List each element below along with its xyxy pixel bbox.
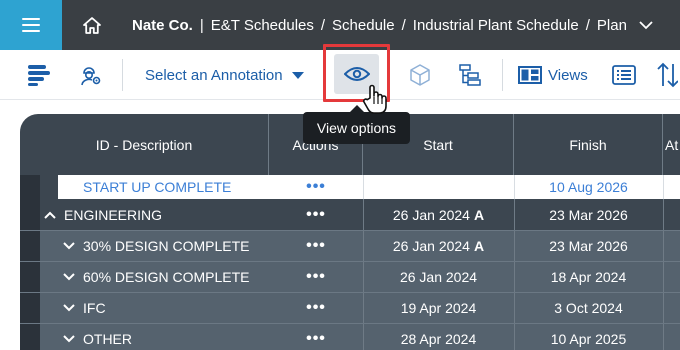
row-start: 26 Jan 2024 xyxy=(399,269,478,285)
row-actions-button[interactable]: ••• xyxy=(269,231,363,261)
row-label: IFC xyxy=(83,300,106,316)
top-bar: Nate Co. | E&T Schedules / Schedule / In… xyxy=(0,0,680,50)
column-header-id-description[interactable]: ID - Description xyxy=(20,114,269,175)
row-finish: 10 Apr 2025 xyxy=(550,331,627,347)
actual-flag: A xyxy=(473,238,485,254)
expand-icon[interactable] xyxy=(63,242,75,250)
table-row[interactable]: IFC ••• 19 Apr 2024 3 Oct 2024 xyxy=(20,292,680,323)
row-label: OTHER xyxy=(83,331,132,347)
annotation-select[interactable]: Select an Annotation xyxy=(145,50,304,100)
home-button[interactable] xyxy=(62,0,122,50)
table-row[interactable]: ENGINEERING ••• 26 Jan 2024 A 23 Mar 202… xyxy=(20,199,680,230)
chevron-down-icon[interactable] xyxy=(639,20,653,30)
table-row[interactable]: OTHER ••• 28 Apr 2024 10 Apr 2025 xyxy=(20,323,680,350)
row-label: 30% DESIGN COMPLETE xyxy=(83,238,250,254)
hamburger-icon xyxy=(22,18,40,32)
3d-view-button[interactable] xyxy=(407,50,433,100)
breadcrumb-plan[interactable]: Plan xyxy=(597,17,627,34)
schedule-grid: ID - Description Actions Start Finish At… xyxy=(20,114,680,350)
menu-button[interactable] xyxy=(0,0,62,50)
actual-flag: A xyxy=(473,206,485,223)
row-actions-button[interactable]: ••• xyxy=(269,324,363,350)
list-icon xyxy=(612,65,636,85)
row-finish: 23 Mar 2026 xyxy=(549,206,628,223)
sort-button[interactable] xyxy=(656,50,680,100)
view-options-tooltip: View options xyxy=(303,105,410,144)
views-icon xyxy=(518,66,542,84)
row-start xyxy=(363,175,514,199)
row-start: 19 Apr 2024 xyxy=(400,300,477,316)
expand-icon[interactable] xyxy=(63,335,75,343)
table-row[interactable]: 60% DESIGN COMPLETE ••• 26 Jan 2024 18 A… xyxy=(20,261,680,292)
row-finish: 18 Apr 2024 xyxy=(550,269,627,285)
gantt-bars-button[interactable] xyxy=(22,50,56,100)
row-label: START UP COMPLETE xyxy=(83,179,232,195)
row-actions-button[interactable]: ••• xyxy=(269,175,363,199)
breadcrumb: Nate Co. | E&T Schedules / Schedule / In… xyxy=(132,0,653,50)
resource-settings-button[interactable] xyxy=(76,50,106,100)
breadcrumb-et-schedules[interactable]: E&T Schedules xyxy=(211,17,314,34)
row-finish: 3 Oct 2024 xyxy=(554,300,623,316)
views-label: Views xyxy=(548,66,588,84)
table-row[interactable]: 30% DESIGN COMPLETE ••• 26 Jan 2024 A 23… xyxy=(20,230,680,261)
expand-icon[interactable] xyxy=(63,273,75,281)
sort-icon xyxy=(657,62,678,88)
column-header-at[interactable]: At xyxy=(663,114,680,175)
row-start: 26 Jan 2024 xyxy=(392,238,470,254)
row-start: 26 Jan 2024 xyxy=(392,206,470,223)
annotation-select-label: Select an Annotation xyxy=(145,66,283,84)
column-header-finish[interactable]: Finish xyxy=(514,114,663,175)
row-start: 28 Apr 2024 xyxy=(400,331,477,347)
row-actions-button[interactable]: ••• xyxy=(269,199,363,230)
row-actions-button[interactable]: ••• xyxy=(269,293,363,323)
row-finish: 10 Aug 2026 xyxy=(549,179,628,195)
row-label: ENGINEERING xyxy=(64,206,163,223)
hierarchy-button[interactable] xyxy=(457,50,483,100)
row-actions-button[interactable]: ••• xyxy=(269,262,363,292)
toolbar-divider xyxy=(502,59,503,91)
hand-cursor-icon xyxy=(362,84,388,121)
cube-icon xyxy=(410,64,430,86)
expand-icon[interactable] xyxy=(63,304,75,312)
caret-down-icon xyxy=(291,71,304,79)
views-button[interactable]: Views xyxy=(518,50,588,100)
gantt-bars-icon xyxy=(28,65,50,86)
worker-gear-icon xyxy=(81,67,101,86)
collapse-icon[interactable] xyxy=(44,211,56,219)
breadcrumb-company[interactable]: Nate Co. xyxy=(132,17,193,34)
list-view-button[interactable] xyxy=(610,50,638,100)
hierarchy-icon xyxy=(459,64,481,86)
home-icon xyxy=(83,16,101,34)
table-row[interactable]: START UP COMPLETE ••• 10 Aug 2026 xyxy=(20,175,680,199)
toolbar-divider xyxy=(122,59,123,91)
row-finish: 23 Mar 2026 xyxy=(549,238,628,254)
breadcrumb-industrial-plant-schedule[interactable]: Industrial Plant Schedule xyxy=(413,17,579,34)
breadcrumb-schedule[interactable]: Schedule xyxy=(332,17,395,34)
row-label: 60% DESIGN COMPLETE xyxy=(83,269,250,285)
